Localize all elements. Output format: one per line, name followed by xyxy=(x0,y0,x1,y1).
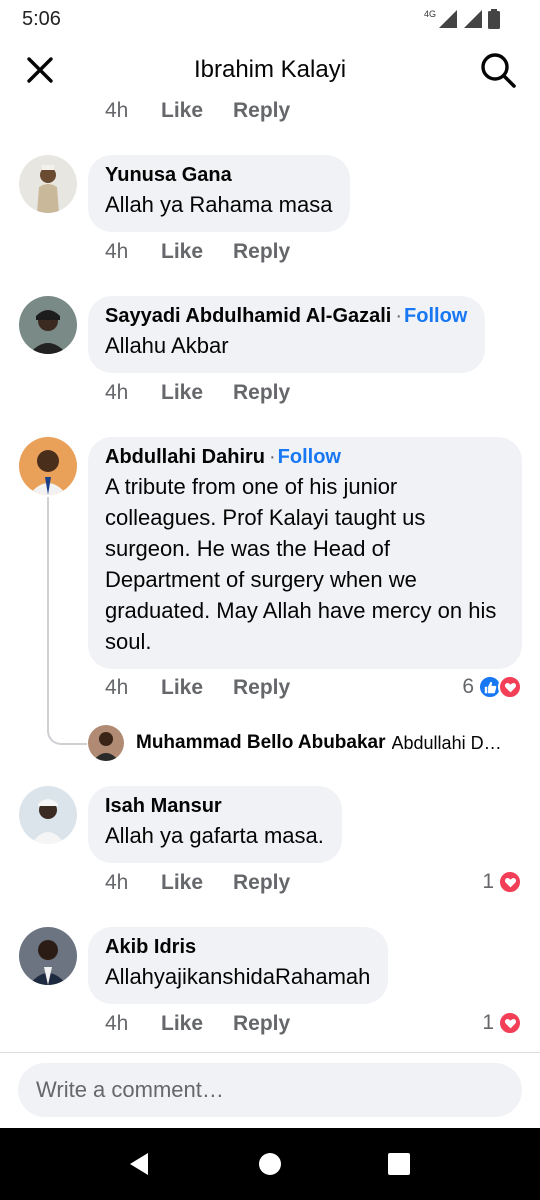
comment-text: AllahyajikanshidaRahamah xyxy=(105,964,371,989)
avatar[interactable] xyxy=(19,927,77,985)
status-bar: 5:06 4G xyxy=(0,0,540,40)
reaction-count: 6 xyxy=(462,675,474,698)
battery-icon xyxy=(488,9,500,29)
comment-bubble[interactable]: Yunusa Gana Allah ya Rahama masa xyxy=(88,155,351,232)
reply-button[interactable]: Reply xyxy=(233,676,290,700)
like-button[interactable]: Like xyxy=(161,1012,233,1036)
signal-icon xyxy=(439,10,457,28)
status-time: 5:06 xyxy=(22,8,61,30)
comment-actions: 4h Like Reply xyxy=(105,1012,290,1036)
reply-button[interactable]: Reply xyxy=(233,99,290,123)
comment-time: 4h xyxy=(105,676,129,699)
reply-button[interactable]: Reply xyxy=(233,1012,290,1036)
like-button[interactable]: Like xyxy=(161,240,233,264)
comment-time: 4h xyxy=(105,871,129,894)
comment-actions: 4h Like Reply xyxy=(105,676,290,700)
like-button[interactable]: Like xyxy=(161,871,233,895)
comment-composer[interactable] xyxy=(18,1063,522,1117)
heart-icon xyxy=(498,675,522,699)
commenter-name[interactable]: Akib Idris xyxy=(105,936,196,958)
search-icon[interactable] xyxy=(478,50,518,90)
comment-time: 4h xyxy=(105,381,129,404)
heart-icon xyxy=(498,870,522,894)
reaction-summary[interactable]: 1 xyxy=(482,870,522,894)
reply-button[interactable]: Reply xyxy=(233,381,290,405)
comment-bubble[interactable]: Abdullahi Dahiru · Follow A tribute from o… xyxy=(88,437,522,669)
reply-preview[interactable]: Muhammad Bello Abubakar Abdullahi Dahiru xyxy=(88,725,504,761)
system-nav-bar xyxy=(0,1128,540,1200)
commenter-name[interactable]: Yunusa Gana xyxy=(105,164,232,186)
like-button[interactable]: Like xyxy=(161,676,233,700)
separator-dot: · xyxy=(395,305,403,327)
reply-snippet: Abdullahi Dahiru xyxy=(391,732,504,753)
comment-actions: 4h Like Reply xyxy=(105,240,290,264)
page-title: Ibrahim Kalayi xyxy=(193,56,347,83)
comment-text: Allah ya gafarta masa. xyxy=(105,823,324,848)
commenter-name[interactable]: Abdullahi Dahiru xyxy=(105,446,265,468)
reaction-summary[interactable]: 6 xyxy=(462,675,522,699)
network-type-icon: 4G xyxy=(423,9,436,19)
status-icons: 4G xyxy=(424,9,500,29)
reaction-count: 1 xyxy=(482,1011,494,1034)
comment-bubble[interactable]: Sayyadi Abdulhamid Al-Gazali · Follow Alla… xyxy=(88,296,486,373)
comment-input[interactable] xyxy=(18,1063,522,1117)
comment-time: 4h xyxy=(105,1012,129,1035)
reaction-count: 1 xyxy=(482,870,494,893)
comment-actions: 4h Like Reply xyxy=(105,871,290,895)
reply-button[interactable]: Reply xyxy=(233,240,290,264)
recent-apps-icon[interactable] xyxy=(385,1150,413,1178)
follow-button[interactable]: Follow xyxy=(404,305,467,327)
comment-text: Allah ya Rahama masa xyxy=(105,192,333,217)
reply-author-name[interactable]: Muhammad Bello Abubakar xyxy=(136,732,386,754)
comment-bubble[interactable]: Isah Mansur Allah ya gafarta masa. xyxy=(88,786,342,863)
follow-button[interactable]: Follow xyxy=(278,446,341,468)
comment-text: Allahu Akbar xyxy=(105,333,229,358)
home-icon[interactable] xyxy=(256,1150,284,1178)
commenter-name[interactable]: Sayyadi Abdulhamid Al-Gazali xyxy=(105,305,391,327)
signal-icon-2 xyxy=(464,10,482,28)
reaction-summary[interactable]: 1 xyxy=(482,1011,522,1035)
avatar[interactable] xyxy=(88,725,124,761)
like-button[interactable]: Like xyxy=(161,381,233,405)
like-button[interactable]: Like xyxy=(161,99,233,123)
avatar[interactable] xyxy=(19,437,77,495)
avatar[interactable] xyxy=(19,155,77,213)
header: Ibrahim Kalayi xyxy=(0,44,540,96)
avatar[interactable] xyxy=(19,296,77,354)
separator-dot: · xyxy=(269,446,276,468)
comment-actions: 4h Like Reply xyxy=(105,99,290,123)
comment-time: 4h xyxy=(105,240,129,263)
divider xyxy=(0,1052,540,1053)
reply-button[interactable]: Reply xyxy=(233,871,290,895)
comment-text: A tribute from one of his junior colleag… xyxy=(105,474,497,654)
avatar[interactable] xyxy=(19,786,77,844)
back-icon[interactable] xyxy=(126,1150,154,1178)
comment-actions: 4h Like Reply xyxy=(105,381,290,405)
reply-thread-line xyxy=(47,497,87,745)
comment-bubble[interactable]: Akib Idris AllahyajikanshidaRahamah xyxy=(88,927,389,1004)
commenter-name[interactable]: Isah Mansur xyxy=(105,795,222,817)
heart-icon xyxy=(498,1011,522,1035)
comment-time: 4h xyxy=(105,99,129,122)
